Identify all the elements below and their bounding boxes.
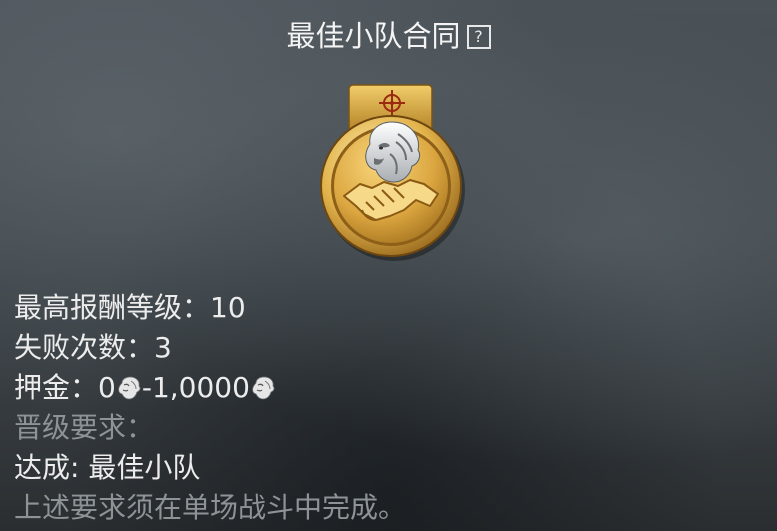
failures-label: 失败次数： [14,331,155,364]
failures-value: 3 [154,331,172,364]
page-title: 最佳小队合同 [286,19,461,53]
requirements-heading: 晋级要求： [14,411,155,444]
help-icon[interactable]: ? [466,25,491,49]
deposit-row: 押金：0 -1,0000 [14,368,406,408]
deposit-separator: - [141,371,152,404]
page-title-row: 最佳小队合同? [0,16,777,56]
requirements-note: 上述要求须在单场战斗中完成。 [14,491,407,524]
contract-medal-icon [320,84,465,261]
achieve-label: 达成: [14,451,89,484]
max-reward-level-row: 最高报酬等级：10 [14,288,406,328]
deposit-max-value: 1,0000 [151,371,250,404]
lion-coin-icon [118,376,141,400]
max-reward-level-label: 最高报酬等级： [14,291,211,324]
lion-coin-icon [252,376,275,400]
achieve-row: 达成: 最佳小队 [14,448,406,488]
deposit-label: 押金： [14,371,99,404]
achieve-value: 最佳小队 [88,451,201,484]
deposit-min-value: 0 [98,371,116,404]
contract-info: 最高报酬等级：10 失败次数：3 押金：0 -1,0000 晋级要求： 达成: 最… [14,288,406,528]
failures-row: 失败次数：3 [14,328,406,368]
max-reward-level-value: 10 [210,291,246,324]
